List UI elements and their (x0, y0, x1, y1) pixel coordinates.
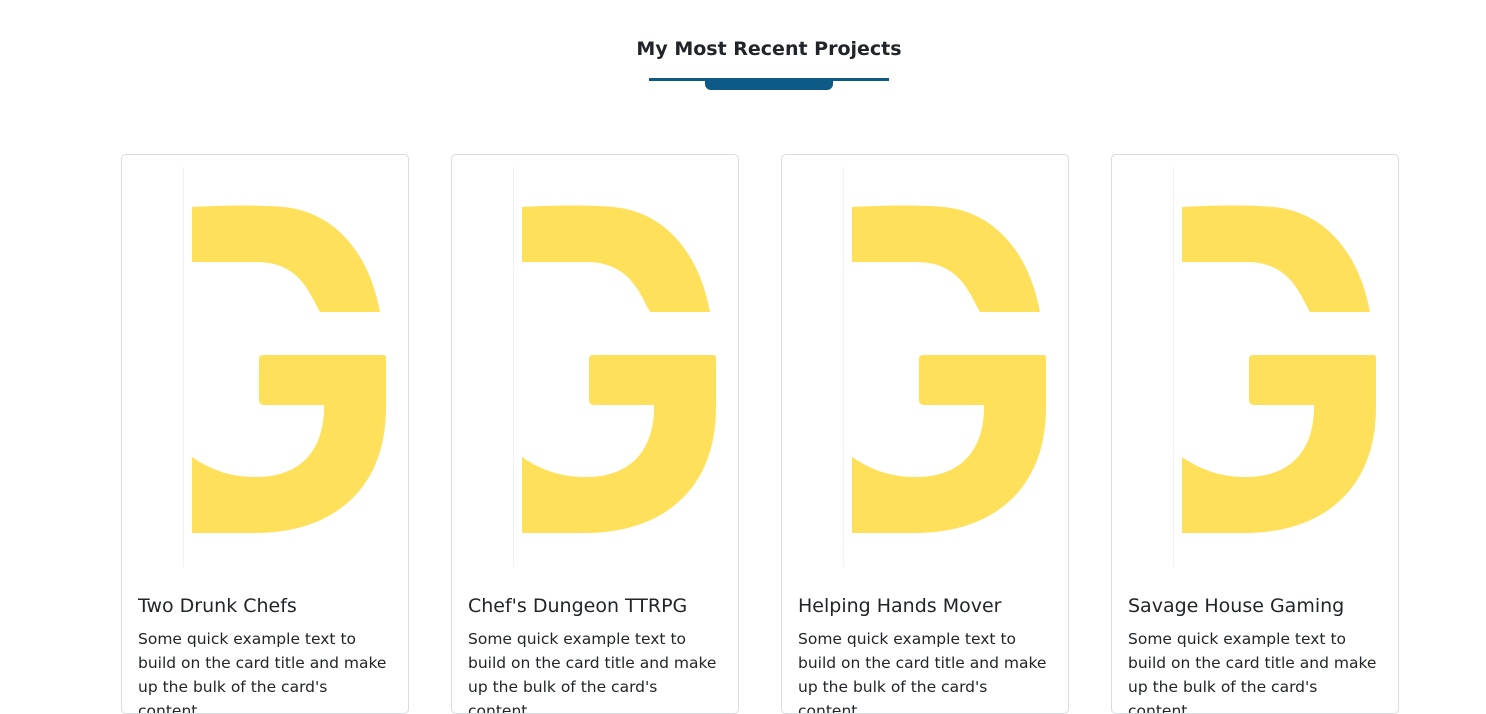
g-logo-icon (1182, 205, 1376, 533)
project-card[interactable]: Savage House Gaming Some quick example t… (1111, 154, 1399, 714)
card-text: Some quick example text to build on the … (1128, 630, 1377, 714)
project-card[interactable]: Chef's Dungeon TTRPG Some quick example … (451, 154, 739, 714)
card-title: Helping Hands Mover (798, 595, 1002, 617)
project-cards: Two Drunk Chefs Some quick example text … (0, 0, 1486, 714)
card-title: Two Drunk Chefs (138, 595, 297, 617)
g-logo-icon (522, 205, 716, 533)
g-logo-icon (852, 205, 1046, 533)
card-text: Some quick example text to build on the … (798, 630, 1047, 714)
card-text: Some quick example text to build on the … (468, 630, 717, 714)
g-logo-icon (192, 205, 386, 533)
card-title: Chef's Dungeon TTRPG (468, 595, 688, 617)
project-card[interactable]: Helping Hands Mover Some quick example t… (781, 154, 1069, 714)
project-card[interactable]: Two Drunk Chefs Some quick example text … (121, 154, 409, 714)
card-image[interactable] (513, 167, 717, 567)
card-image[interactable] (1173, 167, 1377, 567)
card-text: Some quick example text to build on the … (138, 630, 387, 714)
card-image[interactable] (183, 167, 387, 567)
card-title: Savage House Gaming (1128, 595, 1345, 617)
card-image[interactable] (843, 167, 1047, 567)
